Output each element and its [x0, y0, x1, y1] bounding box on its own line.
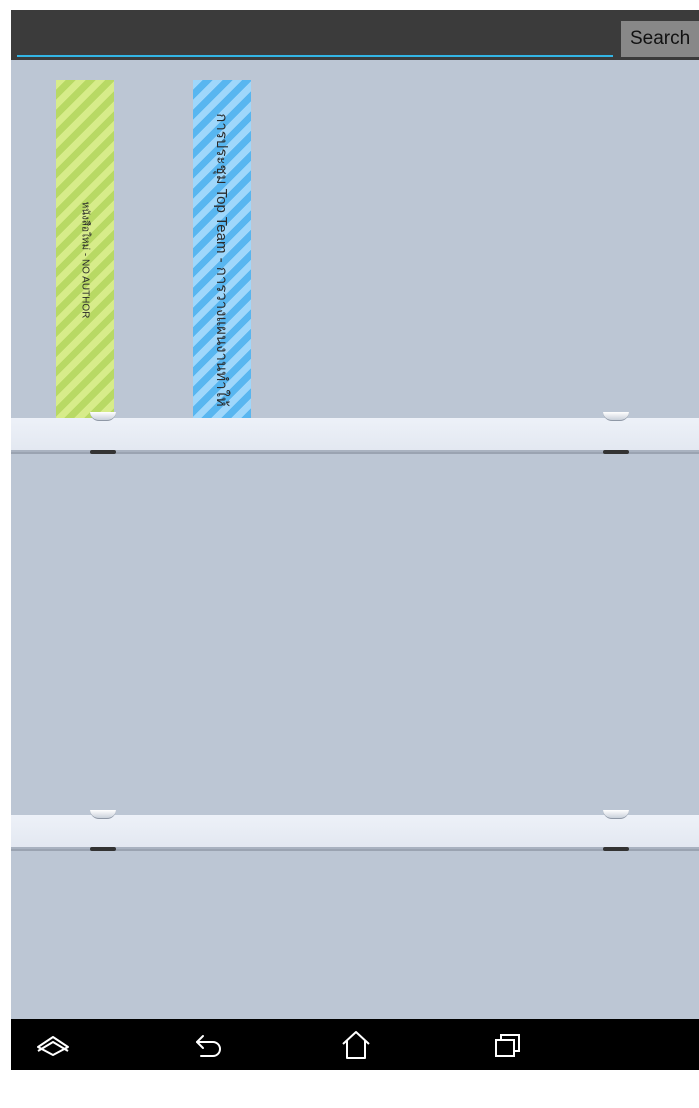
back-icon	[196, 1035, 221, 1057]
search-bar: Search	[11, 10, 699, 60]
book-title: การประชุม Top Team - การวางแผนงานทำให้	[213, 113, 230, 407]
shelf-bracket-base	[90, 847, 116, 851]
home-button[interactable]	[334, 1027, 378, 1063]
recent-apps-button[interactable]	[486, 1027, 530, 1063]
book-spine-2[interactable]: การประชุม Top Team - การวางแผนงานทำให้	[193, 80, 251, 440]
book-spine-1[interactable]: หนังสือใหม่ - NO AUTHOR	[56, 80, 114, 440]
app-window: Search หนังสือใหม่ - NO AUTHOR การประชุม…	[11, 10, 699, 1070]
search-button[interactable]: Search	[621, 21, 699, 57]
home-icon	[342, 1031, 370, 1059]
collapse-button[interactable]	[31, 1027, 75, 1063]
bookshelf: หนังสือใหม่ - NO AUTHOR การประชุม Top Te…	[11, 60, 699, 1019]
search-input[interactable]	[17, 19, 613, 57]
back-button[interactable]	[187, 1027, 231, 1063]
shelf-bracket-base	[90, 450, 116, 454]
shelf-board-2	[11, 815, 699, 851]
shelf-bracket-base	[603, 847, 629, 851]
book-title: หนังสือใหม่ - NO AUTHOR	[79, 201, 91, 319]
collapse-icon	[37, 1036, 69, 1056]
shelf-bracket-base	[603, 450, 629, 454]
navigation-bar	[11, 1019, 699, 1070]
recent-apps-icon	[495, 1034, 520, 1057]
shelf-board-1	[11, 418, 699, 454]
